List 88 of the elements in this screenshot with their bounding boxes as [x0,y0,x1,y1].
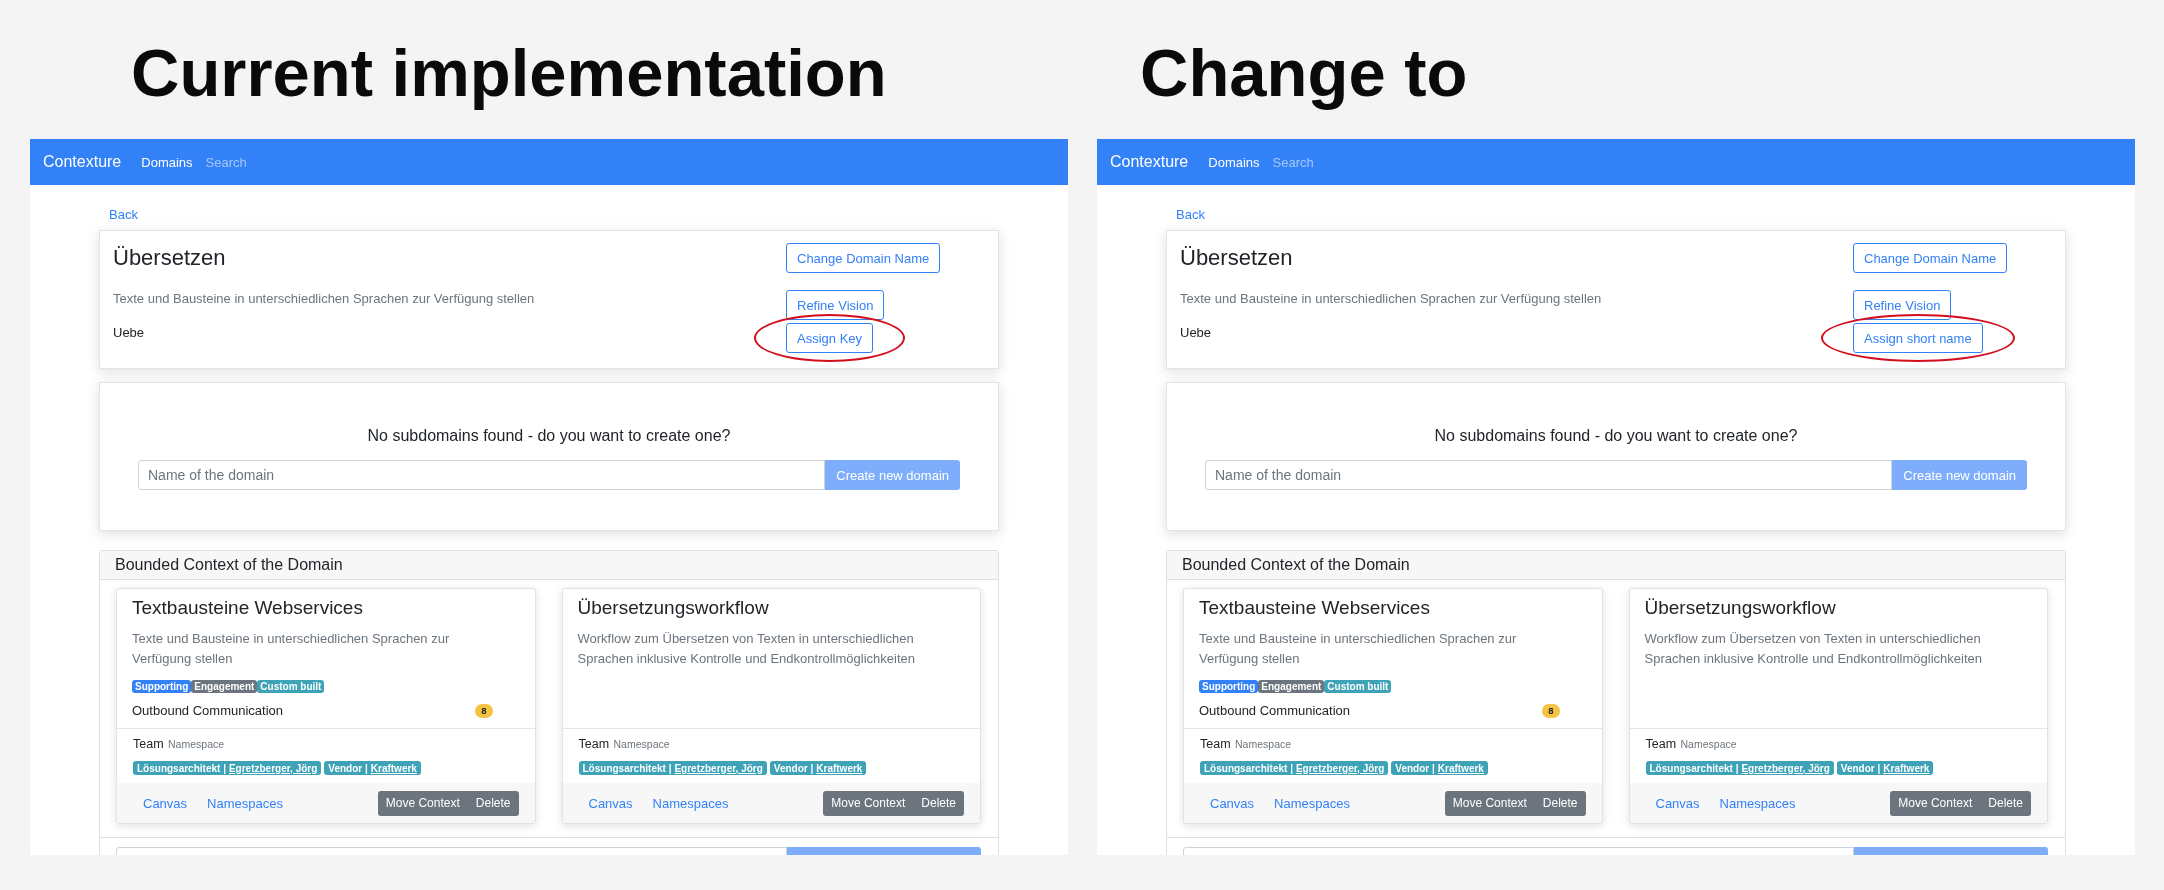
namespace-link[interactable]: Egretzberger, Jörg [228,762,318,774]
team-label: Team [133,737,164,751]
footer-button[interactable]: Move Context [823,790,914,816]
namespace-link[interactable]: Kraftwerk [1883,762,1930,774]
count-badge: 8 [1542,704,1560,718]
team-label: Team [1645,737,1677,751]
context-description: Texte und Bausteine in unterschiedlichen Sprachen zur Verfügung stellen [1199,630,1518,668]
category-badge: Supporting [132,680,192,693]
namespace-role: Lösungsarchitekt | [1204,762,1293,774]
namespace-role: Lösungsarchitekt | [582,762,672,774]
namespace-caption: Namespace [168,738,225,750]
namespace-link[interactable]: Egretzberger, Jörg [1295,762,1385,774]
context-description: Workflow zum Übersetzen von Texten in unterschiedlichen Sprachen inklusive Kontrolle und Endkontrollmöglichkeiten [577,630,916,668]
context-title: Textbausteine Webservices [132,596,364,620]
namespace-role: Lösungsarchitekt | [137,762,226,774]
namespace-link[interactable]: Kraftwerk [370,762,417,774]
create-domain-button[interactable]: Create new domain [1892,460,2027,490]
category-badge: Custom built [1324,680,1392,693]
nav-link[interactable]: Domains [141,154,193,170]
context-description: Texte und Bausteine in unterschiedlichen Sprachen zur Verfügung stellen [132,630,451,668]
nav-link[interactable]: Search [1272,154,1314,170]
back-link[interactable]: Back [109,207,138,222]
footer-link[interactable]: Namespaces [1719,795,1796,811]
brand-link[interactable]: Contexture [1110,153,1189,171]
category-badge: Custom built [257,680,325,693]
namespace-link[interactable]: Kraftwerk [816,762,863,774]
footer-link[interactable]: Canvas [143,795,188,811]
action-button[interactable]: Refine Vision [1853,290,1952,320]
namespace-link[interactable]: Egretzberger, Jörg [1741,762,1830,774]
namespace-role: Vendor | [1840,762,1881,774]
create-domain-button[interactable]: Create new domain [825,460,960,490]
footer-link[interactable]: Canvas [1655,795,1700,811]
footer-link[interactable]: Canvas [1210,795,1255,811]
team-label: Team [1200,737,1231,751]
section-title: Bounded Context of the Domain [100,551,998,580]
domain-title: Übersetzen [1180,244,1293,272]
context-description: Workflow zum Übersetzen von Texten in unterschiedlichen Sprachen inklusive Kontrolle und Endkontrollmöglichkeiten [1644,630,1983,668]
category-badge: Engagement [191,680,258,693]
footer-button[interactable]: Move Context [377,790,468,816]
team-label: Team [578,737,610,751]
category-badge: Engagement [1258,680,1325,693]
empty-message: No subdomains found - do you want to create one? [1433,426,1799,446]
namespace-caption: Namespace [1680,738,1737,750]
namespace-role: Vendor | [1395,762,1435,774]
footer-button[interactable]: Delete [467,790,519,816]
domain-vision: Texte und Bausteine in unterschiedlichen Sprachen zur Verfügung stellen [113,290,535,308]
message-label: Outbound Communication [1199,702,1351,720]
nav-link[interactable]: Domains [1208,154,1260,170]
message-label: Outbound Communication [132,702,284,720]
panel-heading: Current implementation [131,36,887,110]
domain-key: Uebe [113,324,145,342]
namespace-role: Lösungsarchitekt | [1649,762,1739,774]
action-button[interactable]: Change Domain Name [1853,243,2008,273]
footer-button[interactable]: Delete [1534,790,1586,816]
panel-heading: Change to [1140,36,1468,110]
namespace-role: Vendor | [328,762,368,774]
empty-message: No subdomains found - do you want to create one? [366,426,732,446]
namespace-caption: Namespace [613,738,670,750]
domain-title: Übersetzen [113,244,226,272]
footer-button[interactable]: Move Context [1444,790,1535,816]
nav-link[interactable]: Search [205,154,247,170]
back-link[interactable]: Back [1176,207,1205,222]
section-title: Bounded Context of the Domain [1167,551,2065,580]
namespace-role: Vendor | [773,762,814,774]
footer-button[interactable]: Move Context [1890,790,1981,816]
count-badge: 8 [475,704,493,718]
action-button[interactable]: Refine Vision [786,290,885,320]
namespace-link[interactable]: Egretzberger, Jörg [674,762,763,774]
domain-name-input[interactable]: Name of the domain [138,460,826,490]
domain-key: Uebe [1180,324,1212,342]
footer-link[interactable]: Namespaces [652,795,729,811]
context-title: Übersetzungsworkflow [577,596,770,620]
footer-link[interactable]: Namespaces [207,795,283,811]
footer-link[interactable]: Canvas [588,795,633,811]
domain-name-input[interactable]: Name of the domain [1205,460,1893,490]
context-title: Textbausteine Webservices [1199,596,1431,620]
domain-vision: Texte und Bausteine in unterschiedlichen Sprachen zur Verfügung stellen [1180,290,1602,308]
footer-link[interactable]: Namespaces [1274,795,1350,811]
action-button[interactable]: Change Domain Name [786,243,941,273]
context-title: Übersetzungsworkflow [1644,596,1837,620]
brand-link[interactable]: Contexture [43,153,122,171]
category-badge: Supporting [1199,680,1259,693]
footer-button[interactable]: Delete [913,790,964,816]
action-button[interactable]: Assign Key [786,323,874,353]
action-button[interactable]: Assign short name [1853,323,1983,353]
namespace-link[interactable]: Kraftwerk [1437,762,1484,774]
namespace-caption: Namespace [1235,738,1292,750]
footer-button[interactable]: Delete [1980,790,2031,816]
